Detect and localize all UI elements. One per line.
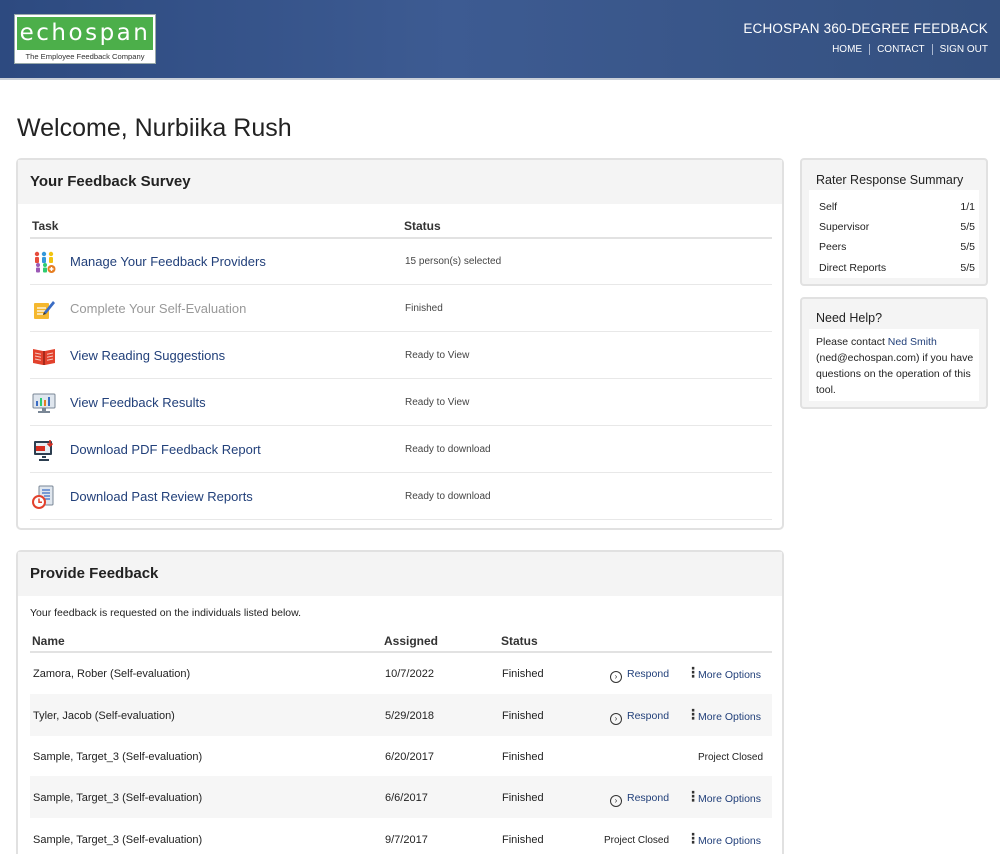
summary-label: Self — [819, 201, 838, 213]
view-reading-suggestions-link[interactable]: View Reading Suggestions — [70, 348, 225, 363]
respond-button[interactable]: › Respond — [610, 710, 669, 725]
summary-title: Rater Response Summary — [816, 173, 964, 187]
summary-row: Peers 5/5 — [819, 241, 975, 253]
summary-label: Peers — [819, 241, 847, 253]
table-row: Sample, Target_3 (Self-evaluation) 9/7/2… — [30, 818, 772, 854]
logo-wordmark: echospan — [17, 17, 153, 50]
nav-sign-out-link[interactable]: SIGN OUT — [931, 44, 988, 55]
more-options-button[interactable]: ⋮More Options — [686, 788, 761, 805]
row-status: Finished — [502, 668, 544, 680]
table-row: Zamora, Rober (Self-evaluation) 10/7/202… — [30, 653, 772, 694]
table-row: Sample, Target_3 (Self-evaluation) 6/20/… — [30, 736, 772, 776]
row-status: Finished — [502, 710, 544, 722]
summary-value: 1/1 — [960, 201, 975, 213]
row-name: Sample, Target_3 (Self-evaluation) — [33, 792, 203, 804]
echospan-logo[interactable]: echospan The Employee Feedback Company — [14, 14, 156, 64]
task-row: Download PDF Feedback Report Ready to do… — [30, 426, 772, 473]
row-assigned: 10/7/2022 — [385, 668, 434, 680]
top-navigation: HOME CONTACT SIGN OUT — [825, 44, 988, 55]
row-assigned: 5/29/2018 — [385, 710, 434, 722]
provide-intro-text: Your feedback is requested on the indivi… — [30, 607, 302, 619]
pdf-download-icon — [34, 440, 54, 461]
table-row: Sample, Target_3 (Self-evaluation) 6/6/2… — [30, 776, 772, 818]
chevron-right-circle-icon: › — [610, 671, 622, 683]
table-row: Tyler, Jacob (Self-evaluation) 5/29/2018… — [30, 694, 772, 736]
rater-response-summary-panel: Rater Response Summary Self 1/1 Superviso… — [800, 158, 988, 286]
row-status: Finished — [502, 751, 544, 763]
row-status: Finished — [502, 834, 544, 846]
summary-row: Self 1/1 — [819, 201, 975, 213]
kebab-menu-icon: ⋮ — [686, 788, 700, 804]
contact-name-link[interactable]: Ned Smith — [888, 336, 937, 348]
people-group-icon — [34, 251, 56, 273]
logo-tagline: The Employee Feedback Company — [25, 52, 145, 61]
task-row: View Feedback Results Ready to View — [30, 379, 772, 426]
name-column-header: Name — [32, 634, 65, 648]
task-status: 15 person(s) selected — [405, 256, 502, 267]
task-row: Complete Your Self-Evaluation Finished — [30, 285, 772, 332]
row-name: Sample, Target_3 (Self-evaluation) — [33, 834, 203, 846]
row-name: Tyler, Jacob (Self-evaluation) — [33, 710, 175, 722]
open-book-icon — [33, 349, 55, 365]
summary-row: Supervisor 5/5 — [819, 221, 975, 233]
provide-feedback-panel: Provide Feedback Your feedback is reques… — [16, 550, 784, 854]
download-pdf-report-link[interactable]: Download PDF Feedback Report — [70, 442, 261, 457]
row-assigned: 9/7/2017 — [385, 834, 428, 846]
status-column-header: Status — [404, 219, 441, 233]
need-help-panel: Need Help? Please contact Ned Smith (ned… — [800, 297, 988, 409]
site-header: echospan The Employee Feedback Company E… — [0, 0, 1000, 80]
task-status: Finished — [405, 303, 443, 314]
task-status: Ready to View — [405, 350, 470, 361]
row-assigned: 6/6/2017 — [385, 792, 428, 804]
row-status: Finished — [502, 792, 544, 804]
row-assigned: 6/20/2017 — [385, 751, 434, 763]
nav-home-link[interactable]: HOME — [825, 44, 869, 55]
view-feedback-results-link[interactable]: View Feedback Results — [70, 395, 206, 410]
task-status: Ready to View — [405, 397, 470, 408]
monitor-chart-icon — [32, 393, 56, 413]
clock-document-icon — [32, 485, 54, 509]
more-options-button[interactable]: ⋮More Options — [686, 664, 761, 681]
help-title: Need Help? — [816, 311, 883, 325]
row-name: Zamora, Rober (Self-evaluation) — [33, 668, 191, 680]
survey-panel-title: Your Feedback Survey — [18, 160, 782, 204]
more-options-button[interactable]: ⋮More Options — [686, 706, 761, 723]
nav-contact-link[interactable]: CONTACT — [869, 44, 932, 55]
feedback-survey-panel: Your Feedback Survey Task Status Manage … — [16, 158, 784, 530]
task-row: Download Past Review Reports Ready to do… — [30, 473, 772, 520]
chevron-right-circle-icon: › — [610, 795, 622, 807]
provide-panel-title: Provide Feedback — [18, 552, 782, 596]
summary-row: Direct Reports 5/5 — [819, 262, 975, 274]
summary-value: 5/5 — [960, 262, 975, 274]
kebab-menu-icon: ⋮ — [686, 830, 700, 846]
summary-value: 5/5 — [960, 241, 975, 253]
summary-value: 5/5 — [960, 221, 975, 233]
download-past-review-reports-link[interactable]: Download Past Review Reports — [70, 489, 253, 504]
help-text: Please contact Ned Smith (ned@echospan.c… — [816, 336, 974, 396]
row-name: Sample, Target_3 (Self-evaluation) — [33, 751, 203, 763]
project-closed-label: Project Closed — [604, 835, 670, 846]
task-row: View Reading Suggestions Ready to View — [30, 332, 772, 379]
more-options-button[interactable]: ⋮More Options — [686, 830, 761, 847]
manage-feedback-providers-link[interactable]: Manage Your Feedback Providers — [70, 254, 266, 269]
chevron-right-circle-icon: › — [610, 713, 622, 725]
product-title: ECHOSPAN 360-DEGREE FEEDBACK — [743, 21, 988, 36]
kebab-menu-icon: ⋮ — [686, 664, 700, 680]
task-status: Ready to download — [405, 444, 491, 455]
project-closed-label: Project Closed — [698, 752, 764, 763]
task-row: Manage Your Feedback Providers 15 person… — [30, 238, 772, 285]
task-status: Ready to download — [405, 491, 491, 502]
assigned-column-header: Assigned — [384, 634, 439, 648]
respond-button[interactable]: › Respond — [610, 668, 669, 683]
task-column-header: Task — [32, 219, 59, 233]
page-title: Welcome, Nurbiika Rush — [17, 114, 292, 142]
pencil-document-icon — [34, 301, 55, 319]
status-column-header: Status — [501, 634, 538, 648]
complete-self-evaluation-link: Complete Your Self-Evaluation — [70, 301, 247, 316]
summary-label: Direct Reports — [819, 262, 887, 274]
respond-button[interactable]: › Respond — [610, 792, 669, 807]
summary-label: Supervisor — [819, 221, 870, 233]
kebab-menu-icon: ⋮ — [686, 706, 700, 722]
